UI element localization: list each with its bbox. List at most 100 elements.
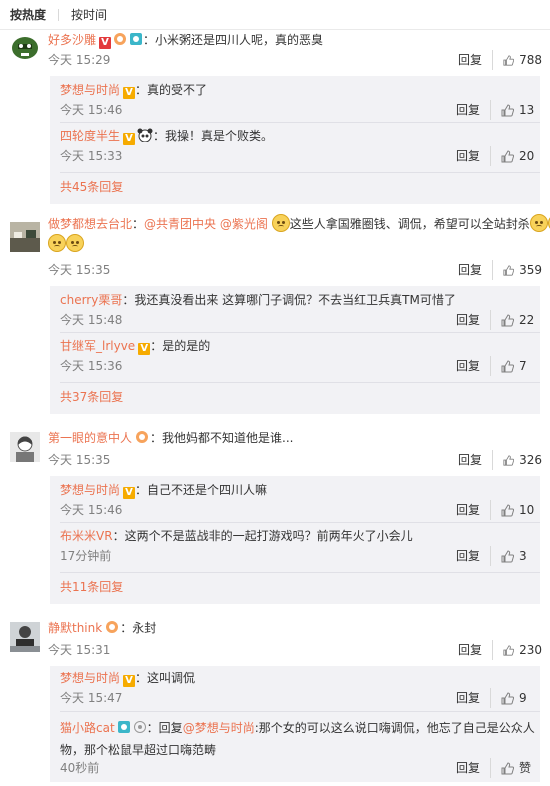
- more-replies-link[interactable]: 共11条回复: [60, 577, 123, 597]
- reply-item: 布米米VR：这两个不是蓝战非的一起打游戏吗？前两年火了小会儿 17分钟前 回复 …: [60, 526, 540, 566]
- reply-username[interactable]: 四轮度半生: [60, 129, 120, 143]
- avatar[interactable]: [10, 34, 40, 64]
- comment-time: 今天 15:35: [48, 263, 111, 277]
- comment-username[interactable]: 好多沙雕: [48, 33, 96, 47]
- reply-button[interactable]: 回复: [458, 450, 482, 470]
- like-count: 22: [519, 313, 535, 327]
- like-button[interactable]: 13: [490, 100, 540, 120]
- more-replies-link[interactable]: 共45条回复: [60, 177, 123, 197]
- like-button[interactable]: 7: [490, 356, 540, 376]
- thumb-up-icon: [501, 549, 514, 562]
- reply-username[interactable]: 甘继军_lrlyve: [60, 339, 135, 353]
- reply-time: 今天 15:46: [60, 103, 123, 117]
- reply-content: ：真的受不了: [135, 83, 208, 97]
- like-count: 赞: [519, 761, 532, 775]
- like-button[interactable]: 788: [492, 50, 542, 70]
- reply-username[interactable]: 猫小路cat: [60, 721, 115, 735]
- thumb-up-icon: [503, 644, 515, 656]
- more-replies-link[interactable]: 共37条回复: [60, 387, 123, 407]
- reply-content: :那个女的可以这么说口嗨调侃，他忘了自己是公众人: [254, 721, 535, 735]
- comment-content: ：永封: [120, 621, 157, 635]
- member-icon: [104, 620, 120, 640]
- comment-time: 今天 15:35: [48, 453, 111, 467]
- verified-icon: V: [123, 133, 136, 145]
- reply-content: ：是的是的: [150, 339, 211, 353]
- reply-time: 17分钟前: [60, 549, 112, 563]
- reply-button[interactable]: 回复: [458, 260, 482, 280]
- reply-button[interactable]: 回复: [458, 640, 482, 660]
- like-button[interactable]: 326: [492, 450, 542, 470]
- like-count: 230: [519, 643, 542, 657]
- like-count: 788: [519, 53, 542, 67]
- mention-link[interactable]: @共青团中央: [144, 217, 216, 231]
- reply-item: 梦想与时尚 V ：真的受不了 今天 15:46 回复 13: [60, 80, 540, 120]
- reply-username[interactable]: 梦想与时尚: [60, 83, 120, 97]
- reply-meta: 今天 15:47 回复 9: [60, 688, 540, 708]
- like-count: 10: [519, 503, 535, 517]
- verified-icon: V: [99, 37, 112, 49]
- avatar[interactable]: [10, 222, 40, 252]
- like-count: 9: [519, 691, 527, 705]
- thumb-up-icon: [501, 313, 514, 326]
- like-button[interactable]: 22: [490, 310, 540, 330]
- fan-badge-icon: [129, 32, 143, 52]
- like-button[interactable]: 3: [490, 546, 540, 566]
- reply-button[interactable]: 回复: [456, 146, 480, 166]
- comment-time: 今天 15:31: [48, 643, 111, 657]
- reply-item: 猫小路cat ：回复@梦想与时尚:那个女的可以这么说口嗨调侃，他忘了自己是公众人 …: [60, 718, 540, 778]
- reply-button[interactable]: 回复: [456, 500, 480, 520]
- tab-sort-by-time[interactable]: 按时间: [71, 9, 119, 21]
- reply-button[interactable]: 回复: [458, 50, 482, 70]
- reply-button[interactable]: 回复: [456, 310, 480, 330]
- like-button[interactable]: 赞: [490, 758, 540, 778]
- reply-meta: 今天 15:46 回复 13: [60, 100, 540, 120]
- like-count: 3: [519, 549, 527, 563]
- reply-item: 甘继军_lrlyve V ：是的是的 今天 15:36 回复 7: [60, 336, 540, 376]
- avatar[interactable]: [10, 432, 40, 462]
- mention-link[interactable]: @梦想与时尚: [183, 721, 255, 735]
- comment-username[interactable]: 静默think: [48, 621, 102, 635]
- member-icon: [134, 430, 150, 450]
- panda-icon: [137, 128, 153, 148]
- divider: [60, 382, 540, 383]
- thumb-up-icon: [501, 503, 514, 516]
- mention-link[interactable]: @紫光阁: [220, 217, 268, 231]
- tab-sort-by-hot[interactable]: 按热度: [10, 8, 60, 21]
- reply-username[interactable]: cherry栗哥: [60, 293, 122, 307]
- avatar[interactable]: [10, 622, 40, 652]
- sad-emoji-icon: [529, 214, 548, 232]
- reply-item: 梦想与时尚 V ：自己不还是个四川人嘛 今天 15:46 回复 10: [60, 480, 540, 520]
- reply-button[interactable]: 回复: [456, 758, 480, 778]
- verified-icon: V: [123, 87, 136, 99]
- reply-username[interactable]: 梦想与时尚: [60, 671, 120, 685]
- reply-button[interactable]: 回复: [456, 100, 480, 120]
- comment-item: 静默think ：永封 今天 15:31 回复 230 梦想与时尚 V ：这叫调侃 今…: [0, 618, 550, 786]
- verified-icon: V: [123, 487, 136, 499]
- like-button[interactable]: 10: [490, 500, 540, 520]
- comment-username[interactable]: 做梦都想去台北: [48, 217, 132, 231]
- reply-meta: 今天 15:48 回复 22: [60, 310, 540, 330]
- like-button[interactable]: 230: [492, 640, 542, 660]
- verified-icon: V: [138, 343, 151, 355]
- reply-button[interactable]: 回复: [456, 546, 480, 566]
- reply-meta: 今天 15:46 回复 10: [60, 500, 540, 520]
- reply-time: 今天 15:48: [60, 313, 123, 327]
- reply-time: 今天 15:33: [60, 149, 123, 163]
- reply-button[interactable]: 回复: [456, 356, 480, 376]
- comment-meta: 今天 15:29 回复 788: [48, 50, 542, 70]
- reply-content: ：这叫调侃: [135, 671, 196, 685]
- reply-username[interactable]: 梦想与时尚: [60, 483, 120, 497]
- comment-username[interactable]: 第一眼的意中人: [48, 431, 132, 445]
- reply-button[interactable]: 回复: [456, 688, 480, 708]
- reply-username[interactable]: 布米米VR: [60, 529, 113, 543]
- like-button[interactable]: 359: [492, 260, 542, 280]
- reply-content: ：这两个不是蓝战非的一起打游戏吗？前两年火了小会儿: [112, 529, 413, 543]
- divider: [60, 122, 540, 123]
- divider: [60, 522, 540, 523]
- divider: [60, 172, 540, 173]
- fan-badge-icon: [117, 720, 131, 740]
- like-button[interactable]: 9: [490, 688, 540, 708]
- like-button[interactable]: 20: [490, 146, 540, 166]
- thumb-up-icon: [501, 103, 514, 116]
- thumb-up-icon: [501, 149, 514, 162]
